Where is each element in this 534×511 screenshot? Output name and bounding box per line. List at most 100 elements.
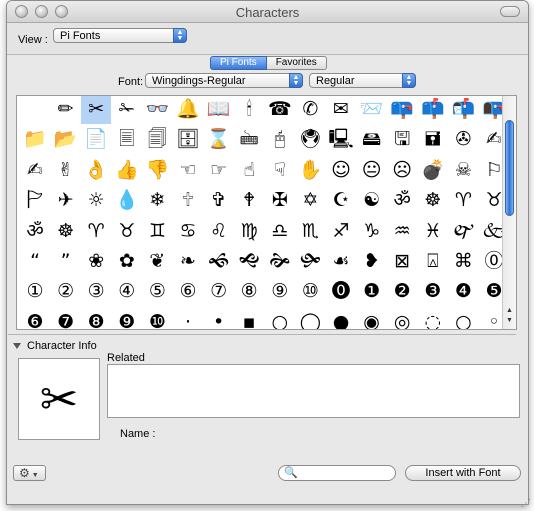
character-cell[interactable]: ⊠ [387, 246, 417, 276]
character-cell[interactable]: 🗏 [112, 124, 142, 154]
character-cell[interactable]: ☼ [81, 185, 111, 215]
character-cell[interactable]: 🕆 [173, 185, 203, 215]
character-cell[interactable]: 📨 [357, 96, 387, 124]
character-cell[interactable]: ⑦ [204, 276, 234, 306]
character-cell[interactable]: 👍 [112, 155, 142, 185]
character-cell[interactable]: · [173, 307, 203, 329]
character-cell[interactable]: ♓ [418, 216, 448, 246]
character-cell[interactable]: ✏ [51, 96, 81, 124]
character-cell[interactable]: ♌ [204, 216, 234, 246]
character-cell[interactable]: ❷ [387, 276, 417, 306]
character-cell[interactable]: ॐ [387, 185, 417, 215]
character-cell[interactable]: 🙞 [265, 246, 295, 276]
character-cell[interactable]: ✇ [448, 124, 478, 154]
search-field[interactable]: 🔍 [278, 465, 396, 481]
character-cell[interactable]: 🖫 [387, 124, 417, 154]
character-cell[interactable]: 🖰 [265, 124, 295, 154]
character-cell[interactable]: ✆ [295, 96, 325, 124]
character-cell[interactable]: 🕈 [234, 185, 264, 215]
character-cell[interactable]: 🏱 [20, 185, 50, 215]
character-cell[interactable]: ♍ [234, 216, 264, 246]
view-select[interactable]: Pi Fonts ▲ ▼ [53, 28, 187, 43]
character-cell[interactable]: 🗄 [173, 124, 203, 154]
character-cell[interactable]: ♊ [142, 216, 172, 246]
character-cell[interactable]: 📬 [448, 96, 478, 124]
font-family-select[interactable]: Wingdings-Regular ▲ ▼ [145, 73, 303, 88]
character-cell[interactable]: 👓 [142, 96, 172, 124]
character-cell[interactable]: ♐ [326, 216, 356, 246]
disclosure-triangle-icon[interactable] [13, 343, 21, 349]
character-cell[interactable]: ☸ [51, 216, 81, 246]
character-cell[interactable]: 🗐 [142, 124, 172, 154]
character-cell[interactable]: 🔔 [173, 96, 203, 124]
character-cell[interactable]: ✋ [295, 155, 325, 185]
character-cell[interactable]: ⑨ [265, 276, 295, 306]
character-cell[interactable]: 🙰 [448, 216, 478, 246]
character-cell[interactable]: ❹ [448, 276, 478, 306]
character-cell[interactable]: ” [51, 246, 81, 276]
character-cell[interactable]: ⌛ [204, 124, 234, 154]
character-cell[interactable]: ✡ [295, 185, 325, 215]
character-cell[interactable]: 🕯 [234, 96, 264, 124]
character-cell[interactable]: ④ [112, 276, 142, 306]
character-cell[interactable]: ⍓ [418, 246, 448, 276]
character-cell[interactable]: ☞ [204, 155, 234, 185]
character-cell[interactable]: ○ [265, 307, 295, 329]
character-cell[interactable]: ☜ [173, 155, 203, 185]
toolbar-toggle-button[interactable] [500, 6, 520, 17]
character-cell[interactable]: ☙ [326, 246, 356, 276]
character-cell[interactable]: 👎 [142, 155, 172, 185]
character-cell[interactable]: 🖳 [326, 124, 356, 154]
character-cell[interactable]: “ [20, 246, 50, 276]
character-cell[interactable]: ⑥ [173, 276, 203, 306]
scroll-down-icon[interactable]: ▼ [504, 317, 515, 327]
character-cell[interactable]: 🙜 [204, 246, 234, 276]
character-cell[interactable]: ❶ [357, 276, 387, 306]
character-cell[interactable]: ❸ [418, 276, 448, 306]
character-cell[interactable]: ❄ [142, 185, 172, 215]
character-cell[interactable]: 📫 [418, 96, 448, 124]
character-cell[interactable] [20, 96, 50, 124]
related-characters-box[interactable] [107, 364, 520, 418]
character-info-toggle[interactable]: Character Info [13, 340, 97, 352]
character-cell[interactable]: ◎ [387, 307, 417, 329]
character-cell[interactable]: ① [20, 276, 50, 306]
character-cell[interactable]: 🖴 [357, 124, 387, 154]
character-cell[interactable]: ♈ [81, 216, 111, 246]
search-input[interactable] [297, 467, 389, 479]
scroll-up-icon[interactable]: ▲ [504, 307, 515, 317]
character-cell[interactable]: 🖲 [295, 124, 325, 154]
tab-pi-fonts[interactable]: Pi Fonts [210, 56, 267, 70]
insert-with-font-button[interactable]: Insert with Font [405, 465, 521, 481]
character-cell[interactable]: 📄 [81, 124, 111, 154]
character-cell[interactable]: ⑤ [142, 276, 172, 306]
character-cell[interactable]: ❦ [142, 246, 172, 276]
character-cell[interactable]: ✉ [326, 96, 356, 124]
character-cell[interactable]: ✌ [51, 155, 81, 185]
character-cell[interactable]: ✈ [51, 185, 81, 215]
resize-grip-icon[interactable]: ⋰ [521, 498, 531, 509]
character-cell[interactable]: ❾ [112, 307, 142, 329]
character-cell[interactable]: 👌 [81, 155, 111, 185]
character-cell[interactable]: ◯ [295, 307, 325, 329]
character-cell[interactable]: ❿ [142, 307, 172, 329]
character-cell[interactable]: 📪 [387, 96, 417, 124]
character-cell[interactable]: 😐 [357, 155, 387, 185]
character-cell[interactable]: ♋ [173, 216, 203, 246]
character-cell[interactable]: ❥ [357, 246, 387, 276]
character-cell[interactable]: ☠ [448, 155, 478, 185]
character-cell[interactable]: ♏ [295, 216, 325, 246]
character-cell[interactable]: ♑ [357, 216, 387, 246]
character-cell[interactable]: ⌘ [448, 246, 478, 276]
character-cell[interactable]: ◌ [418, 307, 448, 329]
character-cell[interactable]: ☯ [357, 185, 387, 215]
character-cell[interactable]: ② [51, 276, 81, 306]
character-cell[interactable]: 🙝 [234, 246, 264, 276]
character-cell[interactable]: 🙟 [295, 246, 325, 276]
action-menu-button[interactable]: ⚙ ▼ [13, 465, 46, 481]
grid-scrollbar[interactable]: ▲ ▼ [502, 96, 516, 329]
character-cell[interactable]: ♒ [387, 216, 417, 246]
character-cell[interactable]: ◉ [357, 307, 387, 329]
font-style-select[interactable]: Regular ▲ ▼ [309, 73, 416, 88]
character-cell[interactable]: ☪ [326, 185, 356, 215]
